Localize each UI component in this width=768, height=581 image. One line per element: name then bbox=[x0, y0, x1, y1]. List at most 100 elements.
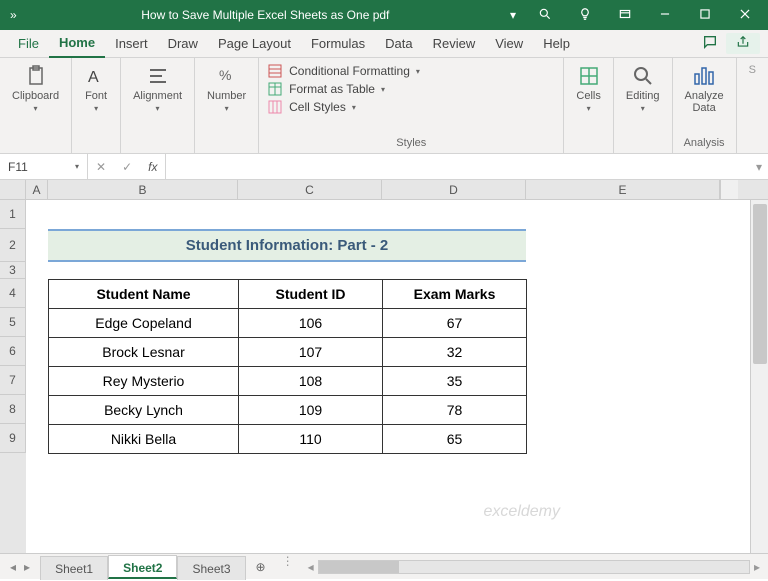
group-analysis: Analyze Data Analysis bbox=[673, 58, 737, 153]
quick-access-more-icon[interactable]: » bbox=[10, 8, 17, 22]
add-sheet-button[interactable]: ⊕ bbox=[246, 555, 276, 579]
row-header[interactable]: 9 bbox=[0, 424, 26, 453]
group-editing: Editing ▾ bbox=[614, 58, 673, 153]
svg-text:%: % bbox=[219, 67, 231, 83]
table-row: Nikki Bella11065 bbox=[49, 425, 527, 454]
grid: 1 2 3 4 5 6 7 8 9 Student Information: P… bbox=[0, 200, 768, 553]
cells-area[interactable]: Student Information: Part - 2 Student Na… bbox=[26, 200, 750, 553]
tab-nav-prev-icon[interactable]: ◂ bbox=[10, 560, 16, 574]
font-button[interactable]: A Font ▾ bbox=[80, 62, 112, 115]
menu-draw[interactable]: Draw bbox=[158, 30, 208, 58]
col-header-b[interactable]: B bbox=[48, 180, 238, 199]
maximize-icon[interactable] bbox=[694, 7, 716, 24]
confirm-formula-icon[interactable]: ✓ bbox=[114, 160, 140, 174]
sheet-tab-sheet3[interactable]: Sheet3 bbox=[177, 556, 245, 580]
menu-page-layout[interactable]: Page Layout bbox=[208, 30, 301, 58]
bulb-icon[interactable] bbox=[574, 7, 596, 24]
cancel-formula-icon[interactable]: ✕ bbox=[88, 160, 114, 174]
col-header-e[interactable]: E bbox=[526, 180, 720, 199]
formula-input[interactable] bbox=[166, 154, 750, 179]
column-headers: A B C D E bbox=[0, 180, 768, 200]
ribbon: Clipboard ▾ A Font ▾ Alignment ▾ % Numbe… bbox=[0, 58, 768, 154]
cells-button[interactable]: Cells ▾ bbox=[572, 62, 604, 115]
table-header: Student Name bbox=[49, 280, 239, 309]
formula-expand-icon[interactable]: ▾ bbox=[750, 160, 768, 174]
col-header-c[interactable]: C bbox=[238, 180, 382, 199]
row-header[interactable]: 4 bbox=[0, 279, 26, 308]
menu-insert[interactable]: Insert bbox=[105, 30, 158, 58]
group-font: A Font ▾ bbox=[72, 58, 121, 153]
menu-bar: File Home Insert Draw Page Layout Formul… bbox=[0, 30, 768, 58]
formula-bar: F11 ▾ ✕ ✓ fx ▾ bbox=[0, 154, 768, 180]
group-alignment: Alignment ▾ bbox=[121, 58, 195, 153]
table-header: Student ID bbox=[239, 280, 383, 309]
cell-styles-button[interactable]: Cell Styles▾ bbox=[267, 98, 555, 116]
menu-home[interactable]: Home bbox=[49, 30, 105, 58]
alignment-label: Alignment bbox=[133, 90, 182, 102]
table-header: Exam Marks bbox=[383, 280, 527, 309]
sheet-tab-bar: ◂ ▸ Sheet1 Sheet2 Sheet3 ⊕ ⋮ ◂ ▸ bbox=[0, 553, 768, 579]
analysis-group-label: Analysis bbox=[684, 135, 725, 149]
group-clipboard: Clipboard ▾ bbox=[0, 58, 72, 153]
scrollbar-thumb[interactable] bbox=[753, 204, 767, 364]
title-dropdown-icon[interactable]: ▾ bbox=[504, 8, 522, 22]
horizontal-scrollbar[interactable] bbox=[318, 560, 750, 574]
group-styles: Conditional Formatting▾ Format as Table▾… bbox=[259, 58, 564, 153]
title-bar: » How to Save Multiple Excel Sheets as O… bbox=[0, 0, 768, 30]
hscroll-right-icon[interactable]: ▸ bbox=[750, 560, 760, 574]
search-icon[interactable] bbox=[534, 7, 556, 24]
row-header[interactable]: 1 bbox=[0, 200, 26, 229]
name-box[interactable]: F11 ▾ bbox=[0, 154, 88, 179]
scrollbar-thumb[interactable] bbox=[319, 561, 399, 573]
sheet-tab-sheet2[interactable]: Sheet2 bbox=[108, 555, 177, 579]
col-header-a[interactable]: A bbox=[26, 180, 48, 199]
menu-file[interactable]: File bbox=[8, 30, 49, 58]
cells-label: Cells bbox=[576, 90, 600, 102]
table-row: Brock Lesnar10732 bbox=[49, 338, 527, 367]
number-button[interactable]: % Number ▾ bbox=[203, 62, 250, 115]
svg-text:A: A bbox=[88, 69, 99, 86]
row-headers: 1 2 3 4 5 6 7 8 9 bbox=[0, 200, 26, 553]
row-header[interactable]: 2 bbox=[0, 229, 26, 262]
share-icon[interactable] bbox=[726, 33, 760, 54]
hscroll-left-icon[interactable]: ◂ bbox=[308, 560, 318, 574]
menu-review[interactable]: Review bbox=[423, 30, 486, 58]
alignment-button[interactable]: Alignment ▾ bbox=[129, 62, 186, 115]
row-header[interactable]: 7 bbox=[0, 366, 26, 395]
format-as-table-button[interactable]: Format as Table▾ bbox=[267, 80, 555, 98]
sheet-tab-sheet1[interactable]: Sheet1 bbox=[40, 556, 108, 580]
sheet-title: Student Information: Part - 2 bbox=[48, 229, 526, 262]
menu-view[interactable]: View bbox=[485, 30, 533, 58]
select-all-corner[interactable] bbox=[0, 180, 26, 199]
clipboard-label: Clipboard bbox=[12, 90, 59, 102]
overflow-button[interactable]: S bbox=[745, 62, 760, 78]
conditional-formatting-button[interactable]: Conditional Formatting▾ bbox=[267, 62, 555, 80]
minimize-icon[interactable] bbox=[654, 7, 676, 24]
col-header-d[interactable]: D bbox=[382, 180, 526, 199]
data-table: Student Name Student ID Exam Marks Edge … bbox=[48, 279, 527, 454]
menu-formulas[interactable]: Formulas bbox=[301, 30, 375, 58]
vertical-scrollbar[interactable] bbox=[750, 200, 768, 553]
group-overflow: S bbox=[737, 58, 768, 153]
close-icon[interactable] bbox=[734, 7, 756, 24]
comments-icon[interactable] bbox=[694, 34, 726, 53]
analyze-label: Analyze Data bbox=[685, 90, 724, 114]
number-label: Number bbox=[207, 90, 246, 102]
row-header[interactable]: 8 bbox=[0, 395, 26, 424]
watermark: exceldemy bbox=[484, 503, 560, 521]
editing-label: Editing bbox=[626, 90, 660, 102]
row-header[interactable]: 5 bbox=[0, 308, 26, 337]
clipboard-button[interactable]: Clipboard ▾ bbox=[8, 62, 63, 115]
window-title: How to Save Multiple Excel Sheets as One… bbox=[27, 8, 504, 22]
menu-data[interactable]: Data bbox=[375, 30, 422, 58]
analyze-data-button[interactable]: Analyze Data bbox=[681, 62, 728, 116]
styles-group-label: Styles bbox=[396, 135, 426, 149]
editing-button[interactable]: Editing ▾ bbox=[622, 62, 664, 115]
table-row: Becky Lynch10978 bbox=[49, 396, 527, 425]
row-header[interactable]: 3 bbox=[0, 262, 26, 279]
menu-help[interactable]: Help bbox=[533, 30, 580, 58]
row-header[interactable]: 6 bbox=[0, 337, 26, 366]
tab-nav-next-icon[interactable]: ▸ bbox=[24, 560, 30, 574]
window-mode-icon[interactable] bbox=[614, 7, 636, 24]
fx-icon[interactable]: fx bbox=[140, 160, 165, 174]
